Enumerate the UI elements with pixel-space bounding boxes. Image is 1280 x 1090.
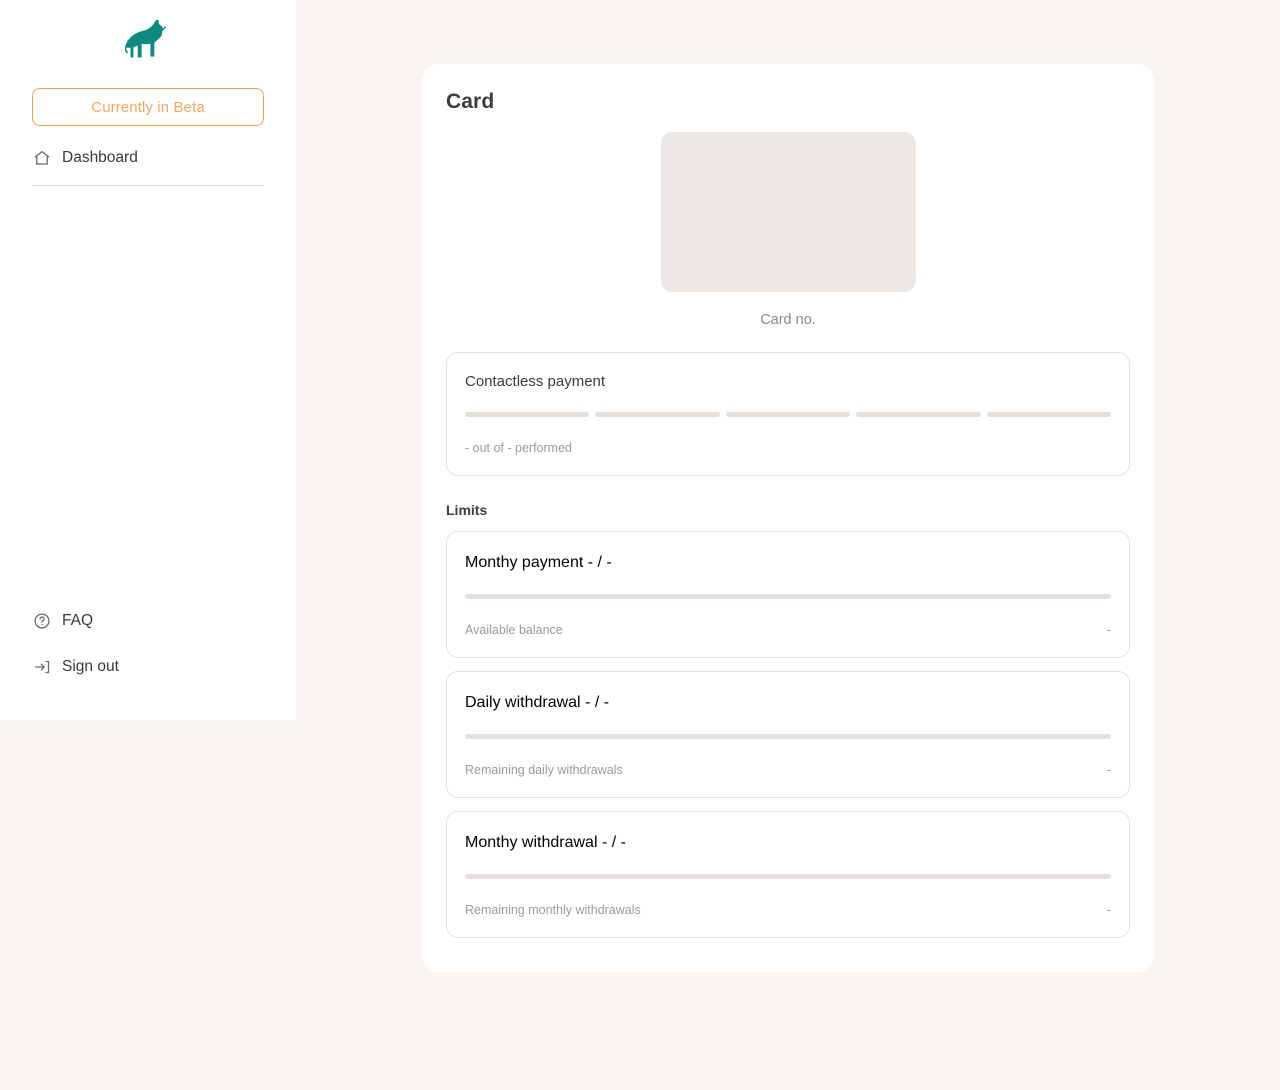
limit-progress-bar: [465, 594, 1111, 599]
contactless-note: - out of - performed: [465, 441, 572, 455]
limit-foot-value: -: [1106, 763, 1111, 777]
contactless-title: Contactless payment: [465, 373, 606, 390]
limits-section-title: Limits: [446, 502, 488, 518]
limit-footer: Remaining monthly withdrawals -: [465, 903, 1111, 917]
limit-footer: Remaining daily withdrawals -: [465, 763, 1111, 777]
limit-card-monthly-withdrawal: Monthy withdrawal - / - Remaining monthl…: [446, 811, 1130, 938]
limit-title: Monthy payment: [465, 554, 584, 571]
limit-foot-label: Remaining daily withdrawals: [465, 763, 623, 777]
brand-logo[interactable]: [32, 0, 264, 80]
main-content: Card Card no. Contactless payment - out …: [296, 0, 1280, 1090]
card-visual: Card no.: [446, 132, 1130, 328]
contactless-segment: [986, 412, 1112, 417]
limit-footer: Available balance -: [465, 623, 1111, 637]
sidebar-item-label-faq: FAQ: [62, 612, 94, 629]
limit-header: Daily withdrawal - / -: [465, 694, 1111, 712]
sidebar: Currently in Beta Dashboard FAQ Sign out: [0, 0, 296, 720]
limit-value: - / -: [601, 834, 626, 851]
app-root: Currently in Beta Dashboard FAQ Sign out…: [0, 0, 1280, 1090]
sidebar-item-label-sign-out: Sign out: [62, 658, 119, 675]
card-image-placeholder: [660, 132, 916, 292]
limit-title: Monthy withdrawal: [465, 834, 598, 851]
limit-foot-value: -: [1106, 903, 1111, 917]
limit-card-monthly-payment: Monthy payment - / - Available balance -: [446, 531, 1130, 658]
limit-header: Monthy payment - / -: [465, 554, 1111, 572]
limit-card-daily-withdrawal: Daily withdrawal - / - Remaining daily w…: [446, 671, 1130, 798]
dog-logo-icon: [125, 20, 171, 60]
sidebar-item-faq[interactable]: FAQ: [32, 598, 264, 644]
card-panel: Card Card no. Contactless payment - out …: [422, 64, 1154, 972]
limit-progress-bar: [465, 734, 1111, 739]
contactless-header: Contactless payment: [465, 373, 1111, 390]
home-icon: [32, 148, 52, 168]
sign-out-icon: [32, 657, 52, 677]
contactless-segmented-progress: [465, 412, 1112, 417]
limit-foot-value: -: [1106, 623, 1111, 637]
beta-badge-button[interactable]: Currently in Beta: [32, 88, 264, 126]
limit-title: Daily withdrawal: [465, 694, 581, 711]
question-circle-icon: [32, 611, 52, 631]
limit-value: - / -: [585, 694, 610, 711]
limit-foot-label: Remaining monthly withdrawals: [465, 903, 641, 917]
limit-header: Monthy withdrawal - / -: [465, 834, 1111, 852]
limit-value: - / -: [587, 554, 612, 571]
sidebar-item-sign-out[interactable]: Sign out: [32, 644, 264, 690]
limit-foot-label: Available balance: [465, 623, 563, 637]
sidebar-item-dashboard[interactable]: Dashboard: [32, 140, 264, 176]
sidebar-bottom-nav: FAQ Sign out: [32, 598, 264, 720]
card-number-label: Card no.: [760, 312, 816, 328]
contactless-segment: [725, 412, 851, 417]
page-title: Card: [446, 90, 495, 113]
beta-badge-label: Currently in Beta: [91, 98, 205, 116]
sidebar-item-label-dashboard: Dashboard: [62, 149, 138, 166]
contactless-segment: [856, 412, 981, 417]
contactless-payment-card: Contactless payment - out of - performed: [446, 352, 1130, 476]
contactless-segment: [465, 412, 590, 417]
limit-progress-bar: [465, 874, 1111, 879]
contactless-segment: [595, 412, 720, 417]
